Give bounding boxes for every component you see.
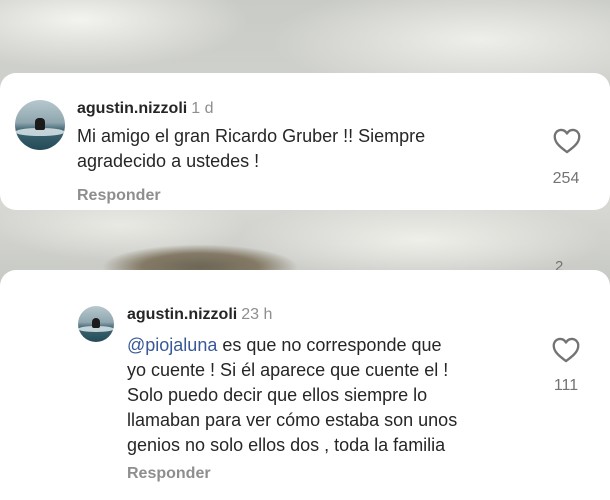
comment-line: agradecido a ustedes ! <box>77 151 260 171</box>
heart-outline-icon[interactable] <box>552 337 580 363</box>
like-count: 111 <box>553 377 579 394</box>
comment-line: @piojaluna es que no corresponde que <box>127 335 442 355</box>
avatar[interactable] <box>78 306 114 342</box>
timestamp: 23 h <box>241 306 273 323</box>
comment-line: Mi amigo el gran Ricardo Gruber !! Siemp… <box>77 126 426 146</box>
comment-text: Mi amigo el gran Ricardo Gruber !! Siemp… <box>77 124 517 174</box>
comment-text: @piojaluna es que no corresponde que yo … <box>127 333 527 458</box>
comment-card: agustin.nizzoli 23 h @piojaluna es que no… <box>0 270 610 500</box>
comment-header: agustin.nizzoli 23 h <box>127 306 272 324</box>
comment-card: agustin.nizzoli 1 d Mi amigo el gran Rica… <box>0 73 610 210</box>
username[interactable]: agustin.nizzoli <box>127 306 237 323</box>
username[interactable]: agustin.nizzoli <box>77 100 187 117</box>
comment-line: llamaban para ver cómo estaba son unos <box>127 410 458 430</box>
comment-line: yo cuente ! Si él aparece que cuente el … <box>127 360 449 380</box>
like-count: 254 <box>552 170 580 187</box>
comment-line: Solo puedo decir que ellos siempre lo <box>127 385 428 405</box>
reply-button[interactable]: Responder <box>77 187 161 205</box>
timestamp: 1 d <box>191 100 214 117</box>
heart-outline-icon[interactable] <box>553 128 581 154</box>
reply-button[interactable]: Responder <box>127 465 211 483</box>
mention-link[interactable]: @piojaluna <box>127 335 217 355</box>
comment-header: agustin.nizzoli 1 d <box>77 100 213 118</box>
comment-line: genios no solo ellos dos , toda la famil… <box>127 435 446 455</box>
avatar[interactable] <box>15 100 65 150</box>
